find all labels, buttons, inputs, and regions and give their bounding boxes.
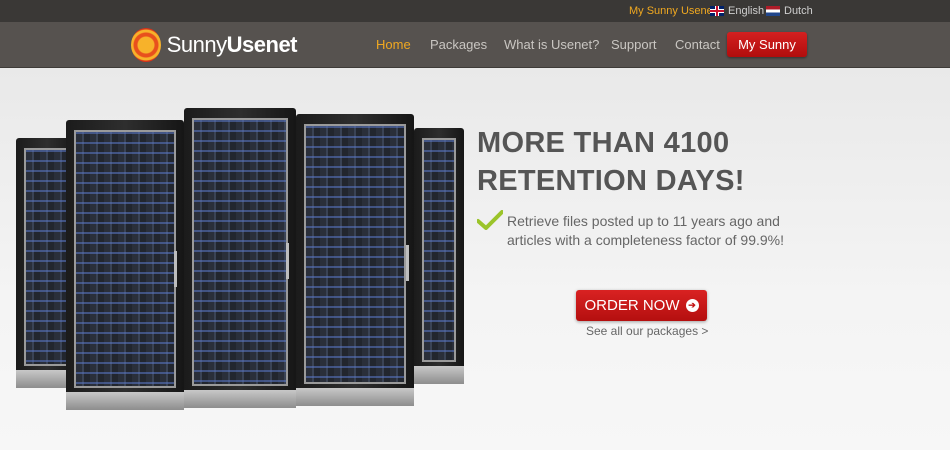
language-dutch[interactable]: Dutch <box>766 5 813 17</box>
nav-home[interactable]: Home <box>376 37 411 52</box>
language-english[interactable]: English <box>710 5 764 17</box>
server-racks-image <box>10 108 470 448</box>
language-english-label: English <box>728 5 765 17</box>
my-sunny-button[interactable]: My Sunny <box>727 32 807 57</box>
hero-headline: MORE THAN 4100 RETENTION DAYS! <box>477 127 745 197</box>
nl-flag-icon <box>766 6 780 16</box>
see-all-packages-link[interactable]: See all our packages > <box>586 324 708 338</box>
server-rack <box>296 114 414 406</box>
logo-text: SunnyUsenet <box>166 32 298 57</box>
nav-support[interactable]: Support <box>611 37 657 52</box>
sunny-usenet-logo[interactable]: SunnyUsenet <box>131 26 298 64</box>
hero-section: MORE THAN 4100 RETENTION DAYS! Retrieve … <box>0 68 950 450</box>
logo-sun-icon <box>131 28 161 62</box>
nav-what-is-usenet[interactable]: What is Usenet? <box>504 37 599 52</box>
my-sunny-usenet-link[interactable]: My Sunny Usenet <box>629 5 716 17</box>
order-now-label: ORDER NOW <box>584 297 680 314</box>
nav-packages[interactable]: Packages <box>430 37 487 52</box>
nav-contact[interactable]: Contact <box>675 37 720 52</box>
language-dutch-label: Dutch <box>784 5 813 17</box>
arrow-right-icon: ➔ <box>685 299 699 312</box>
uk-flag-icon <box>710 6 724 16</box>
server-rack <box>184 108 296 408</box>
server-rack <box>66 120 184 410</box>
retention-feature-text: Retrieve files posted up to 11 years ago… <box>507 213 785 248</box>
main-navigation-bar: SunnyUsenet Home Packages What is Usenet… <box>0 22 950 68</box>
top-utility-bar: My Sunny Usenet English Dutch <box>0 0 950 22</box>
order-now-button[interactable]: ORDER NOW ➔ <box>576 290 707 321</box>
checkmark-icon <box>477 210 503 230</box>
server-rack <box>414 128 464 384</box>
